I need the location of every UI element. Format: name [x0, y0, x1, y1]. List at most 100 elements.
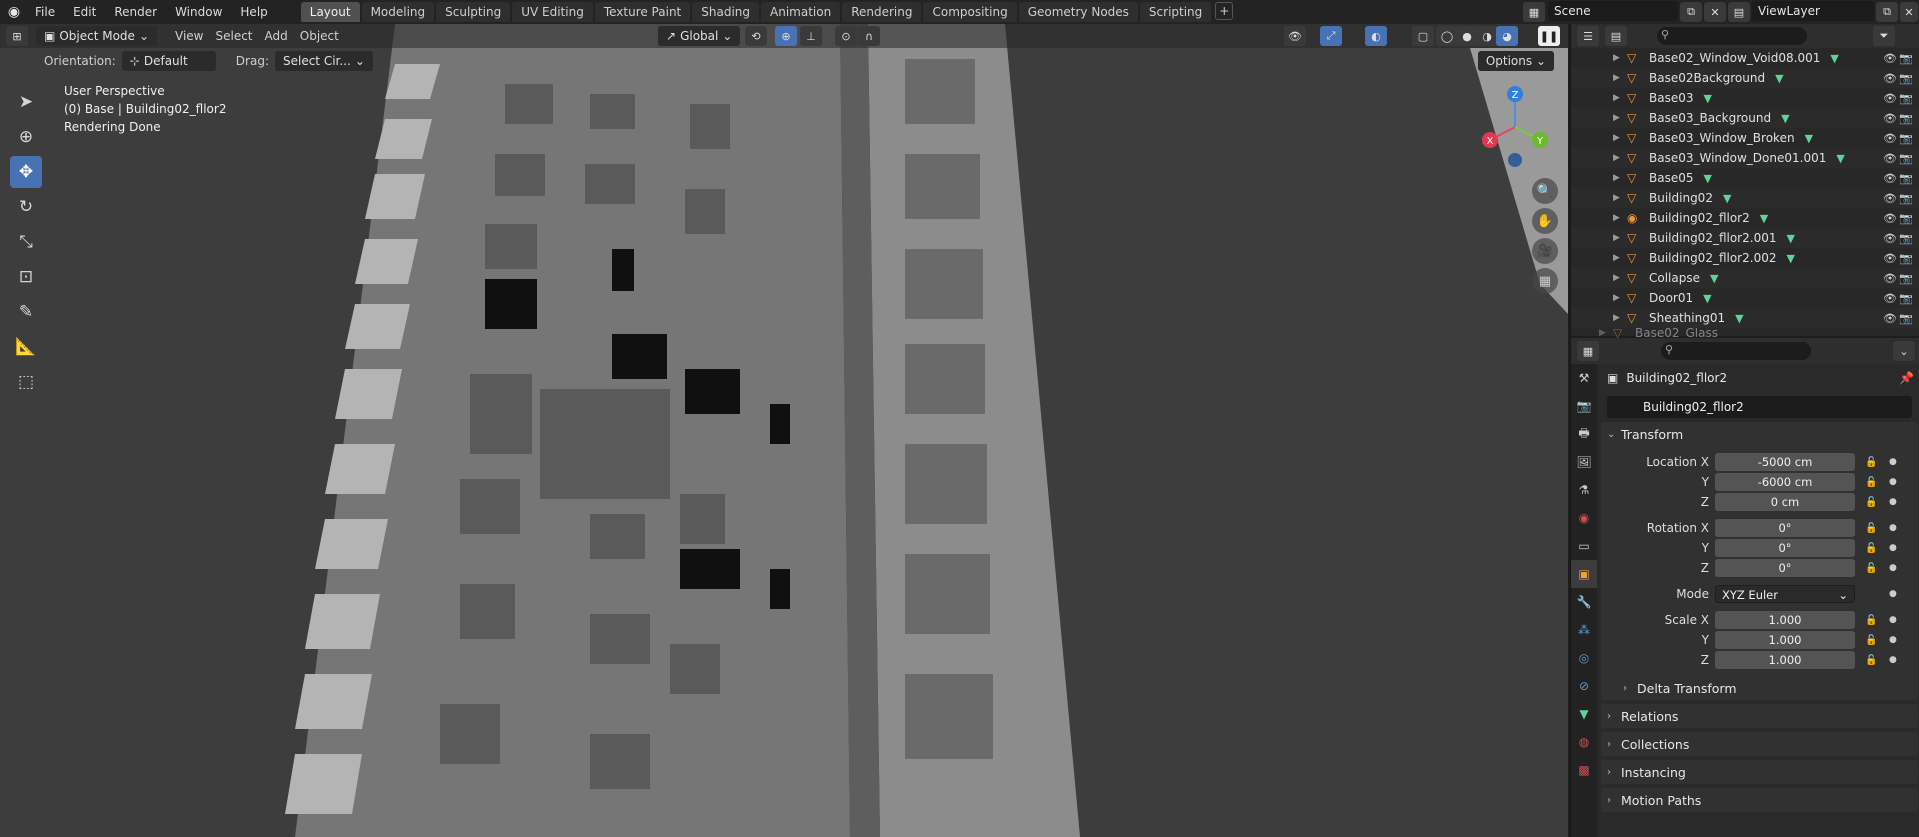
properties-search-input[interactable]: ⚲: [1661, 342, 1811, 360]
select-tool-icon[interactable]: ➤: [10, 86, 42, 118]
expand-icon[interactable]: ▶: [1613, 293, 1627, 303]
expand-icon[interactable]: ▶: [1613, 313, 1627, 323]
particles-tab-icon[interactable]: ⁂: [1571, 616, 1597, 644]
eye-icon[interactable]: 👁: [1883, 172, 1897, 185]
expand-icon[interactable]: ▶: [1613, 113, 1627, 123]
add-cube-tool-icon[interactable]: ⬚: [10, 366, 42, 398]
transform-tool-icon[interactable]: ⊡: [10, 261, 42, 293]
menu-select[interactable]: Select: [209, 29, 258, 43]
location-x-field[interactable]: -5000 cm: [1715, 453, 1855, 471]
measure-tool-icon[interactable]: 📐: [10, 331, 42, 363]
keyframe-dot-icon[interactable]: ●: [1889, 523, 1897, 533]
tab-shading[interactable]: Shading: [692, 2, 759, 22]
rendered-shading-icon[interactable]: ◕: [1496, 26, 1518, 46]
list-item[interactable]: ▶ ▽ Collapse ▼ 👁 📷: [1571, 268, 1919, 288]
expand-icon[interactable]: ▶: [1613, 153, 1627, 163]
keyframe-dot-icon[interactable]: ●: [1889, 589, 1897, 599]
eye-icon[interactable]: 👁: [1883, 72, 1897, 85]
pause-render-icon[interactable]: ❚❚: [1538, 26, 1560, 46]
eye-icon[interactable]: 👁: [1883, 92, 1897, 105]
properties-options-icon[interactable]: ⌄: [1893, 341, 1915, 361]
rotation-mode-dropdown[interactable]: XYZ Euler ⌄: [1715, 585, 1855, 603]
rotate-tool-icon[interactable]: ↻: [10, 191, 42, 223]
list-item[interactable]: ▶ ▽ Base03 ▼ 👁 📷: [1571, 88, 1919, 108]
expand-icon[interactable]: ▶: [1613, 93, 1627, 103]
world-tab-icon[interactable]: ◉: [1571, 504, 1597, 532]
menu-window[interactable]: Window: [166, 2, 231, 22]
list-item[interactable]: ▶ ▽ Base02_Window_Void08.001 ▼ 👁 📷: [1571, 48, 1919, 68]
wireframe-shading-icon[interactable]: ◯: [1436, 26, 1458, 46]
visibility-icon[interactable]: 👁: [1284, 26, 1306, 46]
annotate-tool-icon[interactable]: ✎: [10, 296, 42, 328]
new-scene-icon[interactable]: ⧉: [1680, 2, 1702, 22]
expand-icon[interactable]: ▶: [1613, 253, 1627, 263]
pivot-point-icon[interactable]: ⟲: [745, 26, 767, 46]
render-camera-icon[interactable]: 📷: [1899, 52, 1913, 65]
tab-geometry-nodes[interactable]: Geometry Nodes: [1018, 2, 1138, 22]
list-item[interactable]: ▶ ◉ Building02_fllor2 ▼ 👁 📷: [1571, 208, 1919, 228]
blender-logo-icon[interactable]: ◉: [2, 0, 26, 24]
list-item[interactable]: ▶ ▽ Base03_Window_Done01.001 ▼ 👁 📷: [1571, 148, 1919, 168]
overlay-toggle-icon[interactable]: ◐: [1365, 26, 1387, 46]
render-camera-icon[interactable]: 📷: [1899, 192, 1913, 205]
cursor-tool-icon[interactable]: ⊕: [10, 121, 42, 153]
eye-icon[interactable]: 👁: [1883, 112, 1897, 125]
render-camera-icon[interactable]: 📷: [1899, 292, 1913, 305]
expand-icon[interactable]: ▶: [1613, 173, 1627, 183]
render-camera-icon[interactable]: 📷: [1899, 312, 1913, 325]
material-tab-icon[interactable]: ◍: [1571, 728, 1597, 756]
rotation-x-field[interactable]: 0°: [1715, 519, 1855, 537]
object-tab-icon[interactable]: ▣: [1571, 560, 1597, 588]
motion-paths-header[interactable]: › Motion Paths: [1601, 788, 1918, 812]
outliner-search-input[interactable]: ⚲: [1657, 27, 1807, 45]
solid-shading-icon[interactable]: ●: [1456, 26, 1478, 46]
menu-add[interactable]: Add: [259, 29, 294, 43]
keyframe-dot-icon[interactable]: ●: [1889, 497, 1897, 507]
instancing-panel[interactable]: › Instancing: [1601, 760, 1918, 784]
pan-hand-icon[interactable]: ✋: [1532, 208, 1558, 234]
rotation-z-field[interactable]: 0°: [1715, 559, 1855, 577]
tab-scripting[interactable]: Scripting: [1139, 2, 1212, 22]
expand-icon[interactable]: ▶: [1613, 213, 1627, 223]
falloff-icon[interactable]: ∩: [858, 26, 880, 46]
transform-orientation-dropdown[interactable]: ↗ Global ⌄: [658, 26, 741, 46]
motion-paths-panel[interactable]: › Motion Paths: [1601, 788, 1918, 812]
camera-view-icon[interactable]: 🎥: [1532, 238, 1558, 264]
tool-tab-icon[interactable]: ⚒: [1571, 364, 1597, 392]
mode-dropdown[interactable]: ▣ Object Mode ⌄: [36, 26, 157, 46]
collections-header[interactable]: › Collections: [1601, 732, 1918, 756]
lock-icon[interactable]: 🔓: [1865, 635, 1877, 646]
render-tab-icon[interactable]: 📷: [1571, 392, 1597, 420]
list-item[interactable]: ▶ ▽ Base02_Glass: [1571, 328, 1919, 338]
snap-target-icon[interactable]: ⊥: [800, 26, 822, 46]
menu-view[interactable]: View: [169, 29, 209, 43]
proportional-edit-icon[interactable]: ⊙: [835, 26, 857, 46]
collection-tab-icon[interactable]: ▭: [1571, 532, 1597, 560]
render-camera-icon[interactable]: 📷: [1899, 172, 1913, 185]
add-workspace-button[interactable]: +: [1215, 2, 1234, 20]
lock-icon[interactable]: 🔓: [1865, 543, 1877, 554]
list-item[interactable]: ▶ ▽ Building02 ▼ 👁 📷: [1571, 188, 1919, 208]
gizmo-toggle-icon[interactable]: ⤢: [1320, 26, 1342, 46]
menu-help[interactable]: Help: [231, 2, 276, 22]
physics-tab-icon[interactable]: ◎: [1571, 644, 1597, 672]
collections-panel[interactable]: › Collections: [1601, 732, 1918, 756]
keyframe-dot-icon[interactable]: ●: [1889, 457, 1897, 467]
location-z-field[interactable]: 0 cm: [1715, 493, 1855, 511]
keyframe-dot-icon[interactable]: ●: [1889, 543, 1897, 553]
list-item[interactable]: ▶ ▽ Building02_fllor2.001 ▼ 👁 📷: [1571, 228, 1919, 248]
render-camera-icon[interactable]: 📷: [1899, 272, 1913, 285]
eye-icon[interactable]: 👁: [1883, 312, 1897, 325]
output-tab-icon[interactable]: 🖶: [1571, 420, 1597, 448]
keyframe-dot-icon[interactable]: ●: [1889, 615, 1897, 625]
scale-x-field[interactable]: 1.000: [1715, 611, 1855, 629]
orientation-dropdown[interactable]: ⊹ Default: [121, 51, 216, 71]
lock-icon[interactable]: 🔓: [1865, 477, 1877, 488]
keyframe-dot-icon[interactable]: ●: [1889, 635, 1897, 645]
relations-header[interactable]: › Relations: [1601, 704, 1918, 728]
tab-compositing[interactable]: Compositing: [923, 2, 1017, 22]
outliner-editor-type-icon[interactable]: ☰: [1577, 26, 1599, 46]
list-item[interactable]: ▶ ▽ Door01 ▼ 👁 📷: [1571, 288, 1919, 308]
instancing-header[interactable]: › Instancing: [1601, 760, 1918, 784]
scale-tool-icon[interactable]: ⤡: [10, 226, 42, 258]
